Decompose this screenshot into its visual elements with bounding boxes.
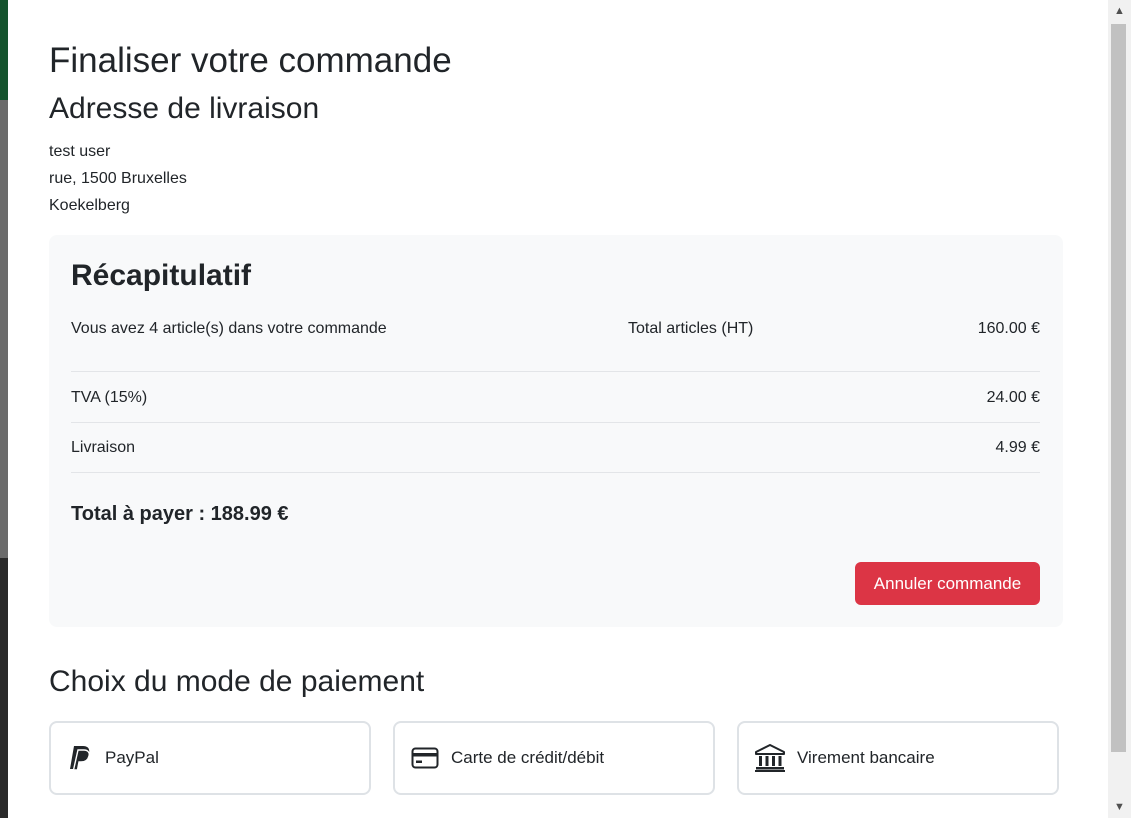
address-street: rue, 1500 Bruxelles bbox=[49, 170, 187, 187]
payment-option-label: Virement bancaire bbox=[797, 748, 935, 767]
summary-divider bbox=[71, 371, 1040, 372]
cancel-order-button[interactable]: Annuler commande bbox=[855, 562, 1040, 605]
paypal-icon bbox=[67, 744, 93, 772]
background-page-bottom bbox=[0, 558, 8, 818]
background-page-top bbox=[0, 0, 8, 100]
vertical-scrollbar[interactable]: ▲ ▼ bbox=[1108, 0, 1131, 818]
subtotal-value: 160.00 € bbox=[977, 320, 1040, 337]
credit-card-icon bbox=[411, 747, 439, 769]
checkout-modal: Finaliser votre commande Adresse de livr… bbox=[8, 0, 1108, 818]
shipping-address-title: Adresse de livraison bbox=[49, 92, 320, 125]
subtotal-label: Total articles (HT) bbox=[628, 320, 754, 337]
address-name: test user bbox=[49, 143, 111, 160]
payment-option-label: PayPal bbox=[105, 748, 159, 767]
address-city: Koekelberg bbox=[49, 197, 130, 214]
total-to-pay: Total à payer : 188.99 € bbox=[71, 503, 289, 525]
scroll-up-arrow-icon[interactable]: ▲ bbox=[1108, 0, 1131, 22]
shipping-address: test user rue, 1500 Bruxelles Koekelberg bbox=[49, 138, 187, 219]
payment-option-card[interactable]: Carte de crédit/débit bbox=[393, 721, 715, 795]
summary-divider bbox=[71, 472, 1040, 473]
shipping-value: 4.99 € bbox=[995, 439, 1040, 456]
items-count-text: Vous avez 4 article(s) dans votre comman… bbox=[71, 320, 387, 337]
shipping-label: Livraison bbox=[71, 439, 136, 456]
tax-value: 24.00 € bbox=[986, 389, 1040, 406]
scrollbar-thumb[interactable] bbox=[1111, 24, 1126, 752]
bank-icon bbox=[755, 744, 785, 772]
page-title: Finaliser votre commande bbox=[49, 41, 452, 80]
scroll-down-arrow-icon[interactable]: ▼ bbox=[1108, 796, 1131, 818]
order-summary-title: Récapitulatif bbox=[71, 259, 252, 292]
payment-method-title: Choix du mode de paiement bbox=[49, 665, 425, 698]
tax-label: TVA (15%) bbox=[71, 389, 148, 406]
summary-divider bbox=[71, 422, 1040, 423]
payment-option-bank-transfer[interactable]: Virement bancaire bbox=[737, 721, 1059, 795]
background-page-overlay bbox=[0, 100, 8, 558]
payment-option-paypal[interactable]: PayPal bbox=[49, 721, 371, 795]
payment-option-label: Carte de crédit/débit bbox=[451, 748, 605, 767]
